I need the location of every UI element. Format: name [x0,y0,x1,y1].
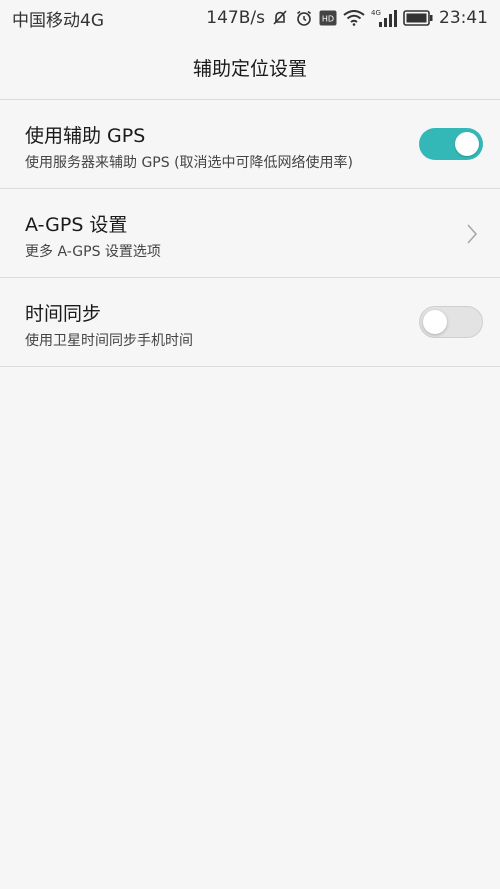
svg-text:4G: 4G [371,9,381,17]
setting-time-sync[interactable]: 时间同步 使用卫星时间同步手机时间 [0,278,500,367]
mute-icon [271,9,289,27]
status-bar: 中国移动4G 147B/s HD 4G 23:41 [0,0,500,36]
svg-text:HD: HD [322,15,334,24]
setting-agps[interactable]: A-GPS 设置 更多 A-GPS 设置选项 [0,189,500,278]
toggle-knob [423,310,447,334]
setting-assisted-gps[interactable]: 使用辅助 GPS 使用服务器来辅助 GPS (取消选中可降低网络使用率) [0,100,500,189]
setting-subtitle: 使用卫星时间同步手机时间 [25,333,193,349]
carrier-name: 中国移动4G [12,10,104,31]
network-speed: 147B/s [206,8,265,28]
setting-subtitle: 使用服务器来辅助 GPS (取消选中可降低网络使用率) [25,155,354,171]
signal-icon: 4G [371,8,397,28]
assisted-gps-toggle[interactable] [419,128,483,160]
clock: 23:41 [439,8,488,28]
action-bar: 辅助定位设置 [0,36,500,100]
hd-icon: HD [319,10,337,26]
setting-title: 使用辅助 GPS [25,125,146,147]
status-icons: 147B/s HD 4G 23:41 [206,8,488,28]
setting-title: A-GPS 设置 [25,214,128,236]
chevron-right-icon [466,223,478,249]
toggle-knob [455,132,479,156]
battery-icon [403,10,433,26]
setting-subtitle: 更多 A-GPS 设置选项 [25,244,161,260]
page-title: 辅助定位设置 [192,58,307,80]
settings-list: 使用辅助 GPS 使用服务器来辅助 GPS (取消选中可降低网络使用率) A-G… [0,100,500,367]
wifi-icon [343,10,365,26]
alarm-icon [295,9,313,27]
setting-title: 时间同步 [25,303,102,325]
time-sync-toggle[interactable] [419,306,483,338]
